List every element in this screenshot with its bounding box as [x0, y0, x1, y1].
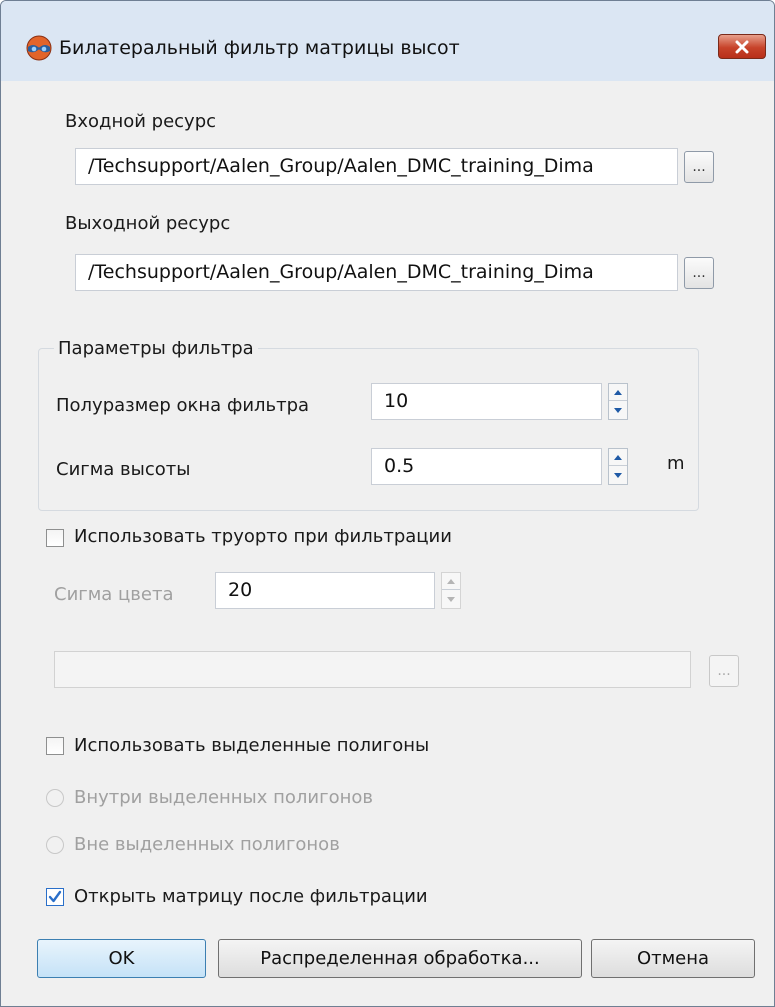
close-button[interactable] — [718, 34, 766, 59]
height-sigma-unit: m — [667, 453, 685, 474]
use-polygons-label[interactable]: Использовать выделенные полигоны — [74, 735, 429, 756]
open-after-checkbox[interactable] — [46, 888, 64, 906]
cancel-button[interactable]: Отмена — [591, 939, 755, 978]
checkmark-icon — [48, 890, 62, 903]
output-resource-label: Выходной ресурс — [65, 213, 231, 234]
ok-button[interactable]: OK — [37, 939, 206, 978]
spin-up-icon[interactable] — [442, 573, 460, 590]
spin-up-icon[interactable] — [609, 384, 627, 401]
height-sigma-label: Сигма высоты — [56, 459, 191, 480]
open-after-label[interactable]: Открыть матрицу после фильтрации — [74, 886, 428, 907]
input-resource-browse-button[interactable]: ... — [684, 151, 714, 183]
half-window-input[interactable]: 10 — [371, 383, 602, 420]
title-bar[interactable]: Билатеральный фильтр матрицы высот — [1, 1, 774, 81]
dialog-body: Входной ресурс /Techsupport/Aalen_Group/… — [10, 81, 766, 999]
half-window-spinner[interactable] — [608, 383, 628, 420]
use-polygons-checkbox[interactable] — [46, 737, 64, 755]
app-logo-icon — [26, 35, 52, 61]
input-resource-label: Входной ресурс — [65, 111, 217, 132]
inside-polygons-label[interactable]: Внутри выделенных полигонов — [74, 787, 373, 808]
filter-params-group — [38, 348, 699, 511]
use-trueortho-checkbox[interactable] — [46, 529, 64, 547]
trueortho-browse-button[interactable]: ... — [709, 655, 739, 687]
spin-down-icon[interactable] — [609, 467, 627, 484]
filter-params-legend: Параметры фильтра — [54, 338, 258, 359]
height-sigma-spinner[interactable] — [608, 448, 628, 485]
output-resource-browse-button[interactable]: ... — [684, 257, 714, 289]
window-title: Билатеральный фильтр матрицы высот — [59, 37, 460, 59]
input-resource-field[interactable]: /Techsupport/Aalen_Group/Aalen_DMC_train… — [75, 148, 678, 185]
spin-down-icon[interactable] — [442, 591, 460, 608]
dialog-window: Билатеральный фильтр матрицы высот Входн… — [0, 0, 775, 1007]
inside-polygons-radio[interactable] — [46, 789, 64, 807]
close-icon — [735, 40, 749, 53]
height-sigma-input[interactable]: 0.5 — [371, 448, 602, 485]
outside-polygons-radio[interactable] — [46, 836, 64, 854]
output-resource-field[interactable]: /Techsupport/Aalen_Group/Aalen_DMC_train… — [75, 254, 678, 291]
color-sigma-input[interactable]: 20 — [215, 572, 435, 609]
spin-up-icon[interactable] — [609, 449, 627, 466]
spin-down-icon[interactable] — [609, 402, 627, 419]
outside-polygons-label[interactable]: Вне выделенных полигонов — [74, 834, 340, 855]
use-trueortho-label[interactable]: Использовать труорто при фильтрации — [74, 526, 452, 547]
distributed-processing-button[interactable]: Распределенная обработка... — [218, 939, 582, 978]
half-window-label: Полуразмер окна фильтра — [56, 395, 310, 416]
color-sigma-spinner[interactable] — [441, 572, 461, 609]
trueortho-path-field[interactable] — [54, 651, 691, 688]
color-sigma-label: Сигма цвета — [54, 584, 174, 605]
